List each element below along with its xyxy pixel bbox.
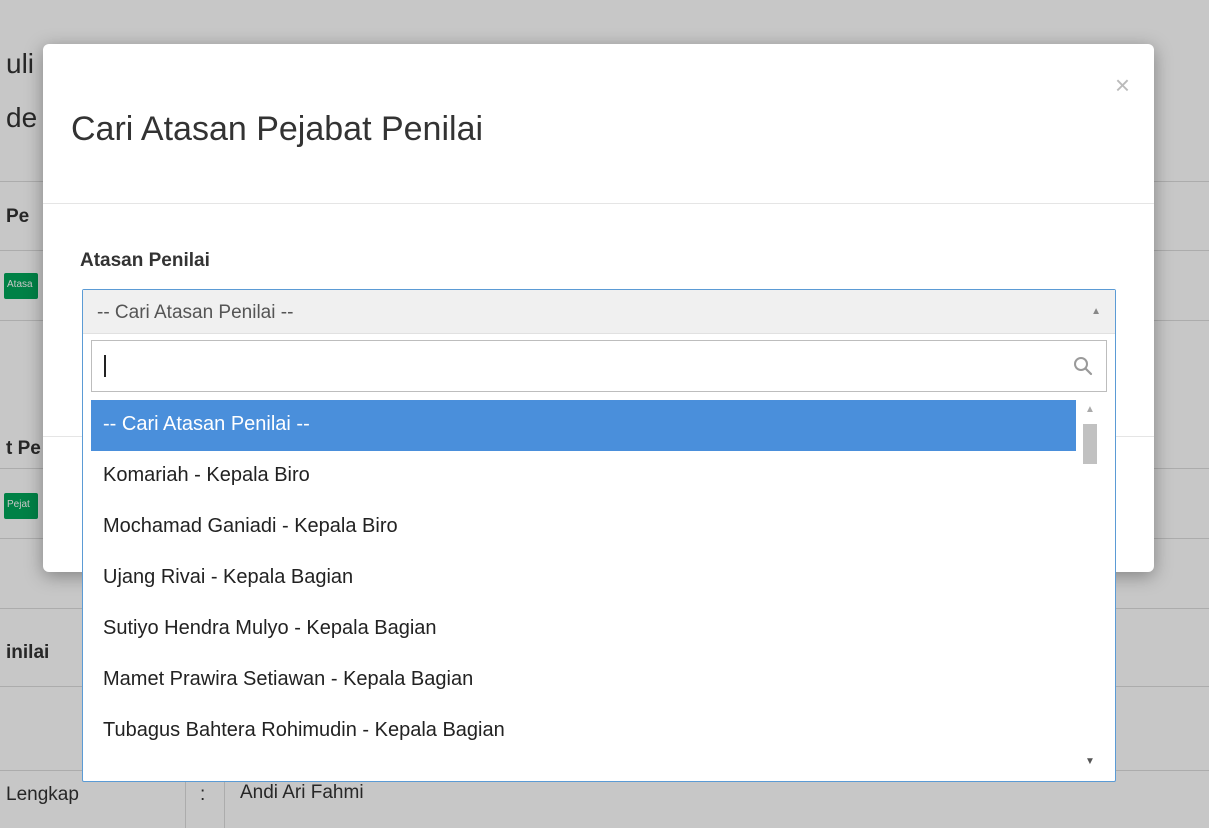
select-selected-text: -- Cari Atasan Penilai -- [97, 302, 294, 323]
scroll-down-icon[interactable]: ▼ [1078, 752, 1102, 772]
modal-header: Cari Atasan Pejabat Penilai × [43, 44, 1154, 204]
close-icon[interactable]: × [1115, 72, 1130, 98]
scrollbar-thumb[interactable] [1083, 424, 1097, 464]
select-option[interactable]: Komariah - Kepala Biro [91, 451, 1076, 502]
select-option[interactable]: Ujang Rivai - Kepala Bagian [91, 553, 1076, 604]
select-option[interactable]: Mochamad Ganiadi - Kepala Biro [91, 502, 1076, 553]
select-option[interactable]: Sutiyo Hendra Mulyo - Kepala Bagian [91, 604, 1076, 655]
select-option[interactable]: Mamet Prawira Setiawan - Kepala Bagian [91, 655, 1076, 706]
scroll-up-icon[interactable]: ▲ [1078, 400, 1102, 420]
select-search-input[interactable] [96, 345, 1056, 387]
chevron-up-icon[interactable]: ▲ [1091, 306, 1101, 317]
superior-select[interactable]: -- Cari Atasan Penilai -- ▲ -- Cari Atas… [82, 289, 1116, 782]
text-cursor [104, 355, 106, 377]
select-option[interactable]: -- Cari Atasan Penilai -- [91, 400, 1076, 451]
search-icon [1074, 357, 1093, 376]
select-option[interactable]: Tubagus Bahtera Rohimudin - Kepala Bagia… [91, 706, 1076, 757]
select-current-value[interactable]: -- Cari Atasan Penilai -- ▲ [83, 290, 1115, 334]
results-scrollbar[interactable]: ▲ ▼ [1078, 400, 1102, 772]
field-label: Atasan Penilai [80, 250, 210, 271]
select-results-list[interactable]: -- Cari Atasan Penilai -- Komariah - Kep… [91, 400, 1076, 772]
select-option[interactable]: Sutji Ati - Kepala Bagian [91, 757, 1076, 772]
select-search-box [91, 340, 1107, 392]
modal-title: Cari Atasan Pejabat Penilai [71, 110, 484, 148]
